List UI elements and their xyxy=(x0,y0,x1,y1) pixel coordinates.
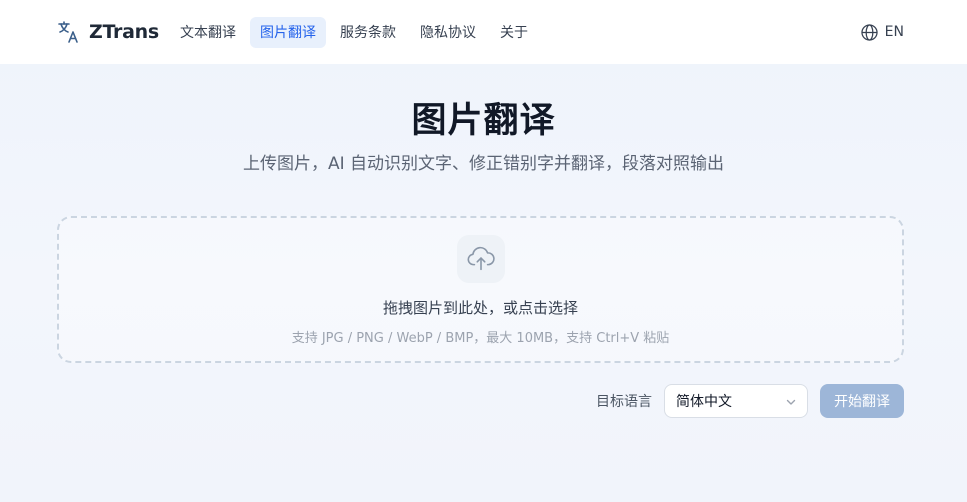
dropzone-hint-text: 支持 JPG / PNG / WebP / BMP，最大 10MB，支持 Ctr… xyxy=(291,331,670,346)
cloud-upload-icon xyxy=(467,246,495,271)
translate-icon xyxy=(58,21,78,43)
target-language-select[interactable]: 简体中文 xyxy=(664,384,808,418)
page-title: 图片翻译 xyxy=(411,101,556,141)
brand-logo[interactable]: ZTrans xyxy=(57,18,159,46)
language-switch[interactable]: EN xyxy=(860,20,904,44)
language-switch-label: EN xyxy=(884,24,904,40)
nav-item-text-translate[interactable]: 文本翻译 xyxy=(170,17,246,48)
nav-item-about[interactable]: 关于 xyxy=(490,17,538,48)
image-dropzone[interactable]: 拖拽图片到此处，或点击选择 支持 JPG / PNG / WebP / BMP，… xyxy=(57,216,904,363)
nav-item-terms[interactable]: 服务条款 xyxy=(330,17,406,48)
brand-name: ZTrans xyxy=(89,21,159,43)
main-nav: 文本翻译 图片翻译 服务条款 隐私协议 关于 xyxy=(170,16,538,48)
nav-item-privacy[interactable]: 隐私协议 xyxy=(410,17,486,48)
target-language-label: 目标语言 xyxy=(596,394,652,410)
top-header: ZTrans 文本翻译 图片翻译 服务条款 隐私协议 关于 EN xyxy=(0,0,967,64)
target-language-value: 简体中文 xyxy=(676,394,732,410)
upload-badge xyxy=(457,235,505,283)
page-subtitle: 上传图片，AI 自动识别文字、修正错别字并翻译，段落对照输出 xyxy=(242,154,725,174)
chevron-down-icon xyxy=(786,399,796,405)
start-translate-button[interactable]: 开始翻译 xyxy=(820,384,904,418)
nav-item-image-translate[interactable]: 图片翻译 xyxy=(250,16,326,48)
dropzone-main-text: 拖拽图片到此处，或点击选择 xyxy=(382,299,578,317)
globe-icon xyxy=(861,23,878,41)
